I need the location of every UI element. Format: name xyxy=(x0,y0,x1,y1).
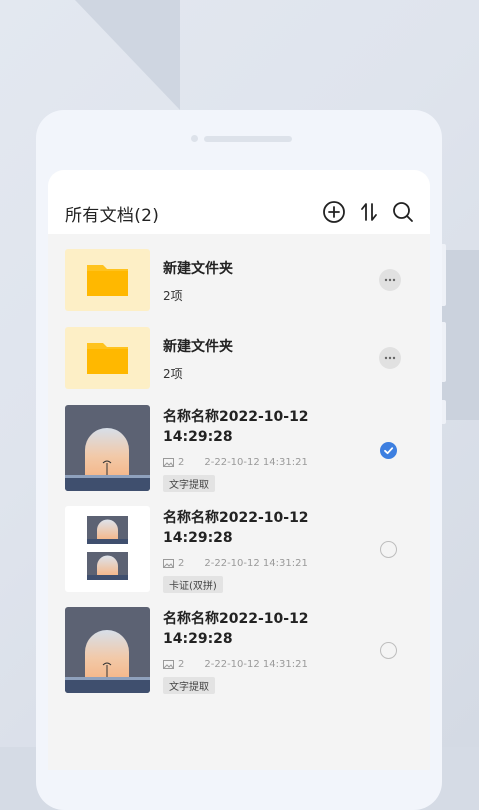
document-name-line1: 名称名称2022-10-12 xyxy=(163,611,309,627)
scene-image xyxy=(65,405,150,491)
select-checkbox[interactable] xyxy=(380,642,397,659)
app-screen: 所有文档(2) 新建文件夹 2项 新建文件夹 2项 名称名称2022-10-12… xyxy=(48,170,430,770)
document-row[interactable]: 名称名称2022-10-12 14:29:28 2 2-22-10-12 14:… xyxy=(48,506,430,593)
page-title: 所有文档(2) xyxy=(65,206,160,226)
document-name-line1: 名称名称2022-10-12 xyxy=(163,510,309,526)
document-name-line2: 14:29:28 xyxy=(163,631,233,647)
checkmark-icon xyxy=(384,447,394,455)
folder-item-count: 2项 xyxy=(163,289,183,303)
document-name: 名称名称2022-10-12 14:29:28 xyxy=(163,407,309,447)
document-meta: 2 2-22-10-12 14:31:21 xyxy=(163,457,308,468)
folder-thumbnail xyxy=(65,249,150,311)
page-count: 2 xyxy=(178,558,185,569)
more-options-button[interactable] xyxy=(379,347,401,369)
image-icon xyxy=(163,458,174,467)
folder-name: 新建文件夹 xyxy=(163,261,233,277)
more-options-button[interactable] xyxy=(379,269,401,291)
document-name-line2: 14:29:28 xyxy=(163,530,233,546)
id-card-images xyxy=(87,516,128,580)
image-icon xyxy=(163,660,174,669)
document-thumbnail xyxy=(65,405,150,491)
more-dots-icon xyxy=(384,278,396,282)
phone-side-button xyxy=(442,244,446,306)
header-bar: 所有文档(2) xyxy=(48,170,430,234)
page-count: 2 xyxy=(178,659,185,670)
background-shape xyxy=(75,0,180,110)
folder-item-count: 2项 xyxy=(163,367,183,381)
document-row[interactable]: 名称名称2022-10-12 14:29:28 2 2-22-10-12 14:… xyxy=(48,405,430,492)
document-name-line1: 名称名称2022-10-12 xyxy=(163,409,309,425)
phone-side-button xyxy=(442,400,446,424)
select-checkbox[interactable] xyxy=(380,442,397,459)
document-meta: 2 2-22-10-12 14:31:21 xyxy=(163,659,308,670)
folder-thumbnail xyxy=(65,327,150,389)
document-thumbnail xyxy=(65,607,150,693)
document-tag: 文字提取 xyxy=(163,677,215,694)
document-tag: 文字提取 xyxy=(163,475,215,492)
document-date: 2-22-10-12 14:31:21 xyxy=(204,457,308,468)
folder-row[interactable]: 新建文件夹 2项 xyxy=(48,249,430,313)
page-count: 2 xyxy=(178,457,185,468)
document-meta: 2 2-22-10-12 14:31:21 xyxy=(163,558,308,569)
folder-row[interactable]: 新建文件夹 2项 xyxy=(48,327,430,391)
document-name: 名称名称2022-10-12 14:29:28 xyxy=(163,609,309,649)
camera-dot xyxy=(191,135,198,142)
scene-image xyxy=(65,607,150,693)
document-name-line2: 14:29:28 xyxy=(163,429,233,445)
image-icon xyxy=(163,559,174,568)
speaker-grille xyxy=(204,136,292,142)
folder-name: 新建文件夹 xyxy=(163,339,233,355)
phone-side-button xyxy=(442,322,446,382)
search-icon[interactable] xyxy=(391,200,415,224)
document-date: 2-22-10-12 14:31:21 xyxy=(204,558,308,569)
sort-icon[interactable] xyxy=(357,200,381,224)
folder-icon xyxy=(87,343,128,374)
select-checkbox[interactable] xyxy=(380,541,397,558)
document-tag: 卡证(双拼) xyxy=(163,576,223,593)
folder-icon xyxy=(87,265,128,296)
document-name: 名称名称2022-10-12 14:29:28 xyxy=(163,508,309,548)
document-thumbnail xyxy=(65,506,150,592)
add-circle-icon[interactable] xyxy=(322,200,346,224)
document-row[interactable]: 名称名称2022-10-12 14:29:28 2 2-22-10-12 14:… xyxy=(48,607,430,694)
document-date: 2-22-10-12 14:31:21 xyxy=(204,659,308,670)
more-dots-icon xyxy=(384,356,396,360)
